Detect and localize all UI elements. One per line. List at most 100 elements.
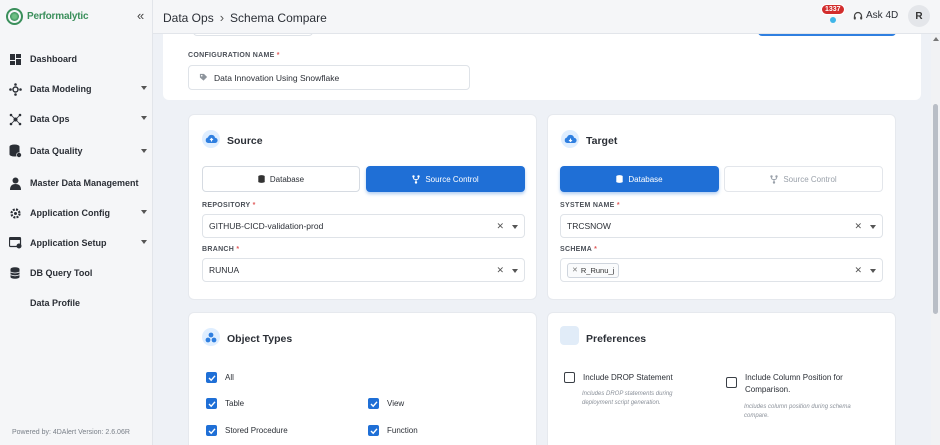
sidebar-item-label: Data Profile (30, 298, 81, 308)
target-database-tab[interactable]: Database (560, 166, 719, 192)
sidebar-item-label: Data Modeling (30, 84, 92, 94)
sidebar-item-label: Master Data Management (30, 178, 139, 188)
repository-value: GITHUB-CICD-validation-prod (209, 221, 324, 231)
sidebar: Performalytic « Dashboard Data Modeling … (0, 0, 153, 445)
top-header: Data Ops › Schema Compare 1337 Ask 4D R (153, 0, 940, 34)
sidebar-item-data-quality[interactable]: Data Quality (0, 134, 153, 168)
person-icon (8, 176, 22, 190)
sidebar-item-data-profile[interactable]: Data Profile (0, 288, 153, 318)
version-footer: Powered by: 4DAlert Version: 2.6.06R (12, 429, 130, 436)
schema-label: SCHEMA * (560, 246, 598, 253)
branch-icon (770, 174, 779, 184)
include-drop-statement-checkbox[interactable]: Include DROP Statement (564, 372, 673, 383)
system-name-label: SYSTEM NAME * (560, 202, 620, 209)
chevron-down-icon (141, 116, 147, 120)
cloud-download-icon (561, 130, 579, 148)
ask-4d-label: Ask 4D (866, 10, 899, 21)
gear-icon (8, 206, 22, 220)
source-card: Source Database Source Control REPOSITOR… (188, 114, 537, 300)
repository-label: REPOSITORY * (202, 202, 256, 209)
system-name-select[interactable]: TRCSNOW ✕ (560, 214, 883, 238)
sidebar-item-application-config[interactable]: Application Config (0, 198, 153, 228)
chevron-down-icon[interactable] (870, 225, 876, 229)
brand-name: Performalytic (27, 11, 89, 22)
object-types-title: Object Types (227, 333, 293, 345)
chevron-down-icon (141, 210, 147, 214)
checkbox-unchecked-icon[interactable] (726, 377, 737, 388)
drop-statement-description: Includes DROP statements during deployme… (582, 391, 673, 406)
target-card: Target Database Source Control SYSTEM NA… (547, 114, 896, 300)
objects-icon (202, 328, 220, 346)
database-check-icon (8, 144, 22, 158)
primary-action-button[interactable] (758, 34, 896, 36)
checkbox-stored-procedure[interactable]: Stored Procedure (206, 425, 288, 436)
sidebar-item-label: Application Setup (30, 238, 107, 248)
source-source-control-tab[interactable]: Source Control (366, 166, 525, 192)
breadcrumb-separator: › (219, 10, 225, 25)
checkbox-checked-icon[interactable] (368, 425, 379, 436)
chevron-down-icon[interactable] (512, 225, 518, 229)
chevron-down-icon[interactable] (870, 269, 876, 273)
checkbox-checked-icon[interactable] (206, 372, 217, 383)
sidebar-item-dashboard[interactable]: Dashboard (0, 44, 153, 74)
scroll-thumb[interactable] (933, 104, 938, 314)
sidebar-item-label: Data Ops (30, 114, 70, 124)
page-scrollbar[interactable] (931, 34, 940, 445)
page-title: Schema Compare (230, 10, 327, 25)
checkbox-checked-icon[interactable] (368, 398, 379, 409)
notifications-button[interactable]: 1337 (821, 4, 845, 26)
clear-icon[interactable]: ✕ (496, 221, 504, 232)
target-title: Target (586, 135, 618, 147)
source-database-tab[interactable]: Database (202, 166, 360, 192)
breadcrumb: Data Ops › Schema Compare (163, 10, 327, 25)
sidebar-item-label: DB Query Tool (30, 268, 93, 278)
breadcrumb-parent[interactable]: Data Ops (163, 11, 214, 25)
preferences-title: Preferences (586, 333, 647, 345)
branch-select[interactable]: RUNUA ✕ (202, 258, 525, 282)
hub-icon (8, 82, 22, 96)
schema-chip[interactable]: ✕ R_Runu_j (567, 262, 620, 278)
setup-icon (8, 236, 22, 250)
sidebar-item-label: Dashboard (30, 54, 78, 64)
include-column-position-checkbox[interactable]: Include Column Position for Comparison. (726, 372, 843, 396)
sidebar-item-data-ops[interactable]: Data Ops (0, 104, 153, 134)
database-icon (616, 175, 624, 183)
chevron-down-icon[interactable] (512, 269, 518, 273)
checkbox-view[interactable]: View (368, 398, 404, 409)
configuration-panel: CONFIGURATION NAME * Data Innovation Usi… (163, 34, 921, 100)
schema-select[interactable]: ✕ R_Runu_j ✕ (560, 258, 883, 282)
collapse-sidebar-icon[interactable]: « (137, 8, 144, 23)
checkbox-table[interactable]: Table (206, 398, 244, 409)
sidebar-nav: Dashboard Data Modeling Data Ops Data Qu… (0, 44, 153, 318)
configuration-name-input[interactable]: Data Innovation Using Snowflake (188, 65, 470, 90)
main-content: CONFIGURATION NAME * Data Innovation Usi… (163, 34, 921, 445)
checkbox-function[interactable]: Function (368, 425, 418, 436)
sidebar-item-label: Data Quality (30, 146, 83, 156)
database-icon (8, 266, 22, 280)
checkbox-checked-icon[interactable] (206, 398, 217, 409)
target-source-control-tab[interactable]: Source Control (724, 166, 883, 192)
avatar[interactable]: R (908, 5, 930, 27)
checkbox-unchecked-icon[interactable] (564, 372, 575, 383)
previous-field[interactable] (193, 34, 313, 36)
scroll-up-icon[interactable] (933, 37, 939, 41)
sidebar-item-db-query-tool[interactable]: DB Query Tool (0, 258, 153, 288)
remove-chip-icon[interactable]: ✕ (572, 266, 578, 274)
ask-4d-button[interactable]: Ask 4D (853, 10, 898, 21)
bell-icon (830, 17, 836, 23)
checkbox-checked-icon[interactable] (206, 425, 217, 436)
checkbox-all[interactable]: All (206, 372, 234, 383)
branch-icon (412, 174, 421, 184)
clear-icon[interactable]: ✕ (496, 265, 504, 276)
clear-icon[interactable]: ✕ (854, 221, 862, 232)
dashboard-icon (8, 52, 22, 66)
sidebar-item-data-modeling[interactable]: Data Modeling (0, 74, 153, 104)
configuration-name-label: CONFIGURATION NAME * (188, 52, 280, 59)
repository-select[interactable]: GITHUB-CICD-validation-prod ✕ (202, 214, 525, 238)
configuration-name-value: Data Innovation Using Snowflake (214, 72, 340, 83)
app-logo[interactable]: Performalytic (6, 8, 89, 25)
chevron-down-icon (141, 149, 147, 153)
sidebar-item-application-setup[interactable]: Application Setup (0, 228, 153, 258)
sidebar-item-master-data-management[interactable]: Master Data Management (0, 168, 153, 198)
clear-icon[interactable]: ✕ (854, 265, 862, 276)
